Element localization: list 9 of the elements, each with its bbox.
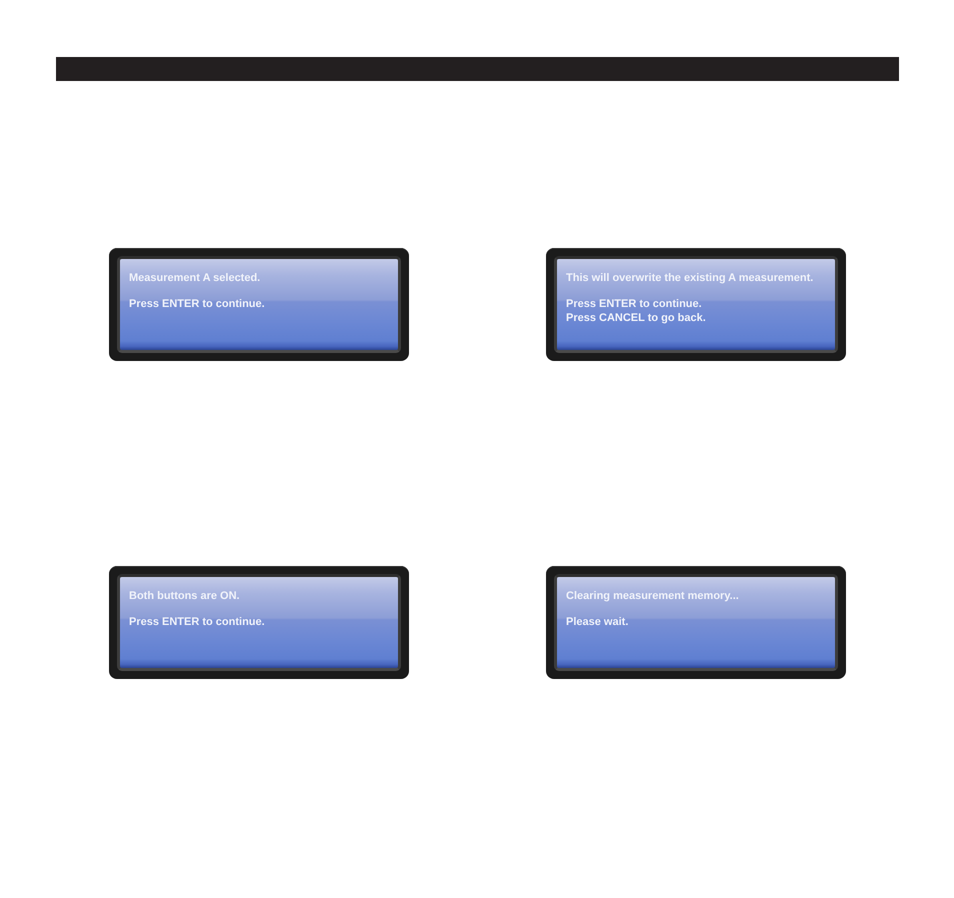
- message-text: Clearing measurement memory...: [566, 589, 739, 603]
- message-text: Press ENTER to continue.: [129, 297, 265, 311]
- message-text: Press CANCEL to go back.: [566, 311, 706, 325]
- message-text: Press ENTER to continue.: [566, 297, 702, 311]
- message-text: Measurement A selected.: [129, 271, 260, 285]
- message-text: Both buttons are ON.: [129, 589, 240, 603]
- message-text: This will overwrite the existing A measurement.: [566, 271, 814, 285]
- message-text: Press ENTER to continue.: [129, 615, 265, 629]
- message-text: Please wait.: [566, 615, 628, 629]
